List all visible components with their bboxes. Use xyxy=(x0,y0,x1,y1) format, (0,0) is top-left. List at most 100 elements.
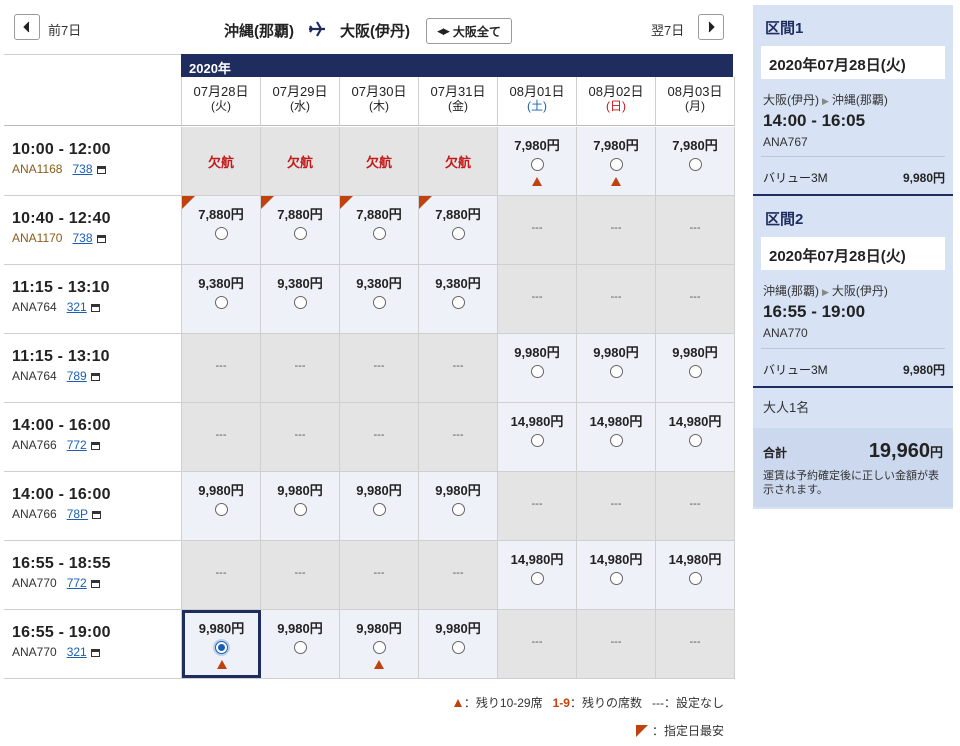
fare-cell[interactable]: 9,980円 xyxy=(340,472,419,540)
fare-radio-button[interactable] xyxy=(688,365,702,378)
fare-radio-button[interactable] xyxy=(215,641,228,654)
aircraft-type-link[interactable]: 738 xyxy=(72,231,92,245)
aircraft-type-link[interactable]: 772 xyxy=(67,438,87,452)
seat-map-icon[interactable] xyxy=(96,166,106,174)
fare-cell[interactable]: 9,380円 xyxy=(182,265,261,333)
aircraft-type-link[interactable]: 772 xyxy=(67,576,87,590)
fare-radio-button[interactable] xyxy=(609,158,623,171)
seat-map-icon[interactable] xyxy=(90,649,100,657)
fare-radio-button[interactable] xyxy=(293,641,307,654)
flight-time: 10:00 - 12:00 xyxy=(12,141,111,158)
fare-radio-button[interactable] xyxy=(609,365,623,378)
fare-radio-button[interactable] xyxy=(530,572,544,585)
aircraft-type-link[interactable]: 738 xyxy=(72,162,92,176)
seat-map-icon[interactable] xyxy=(90,304,100,312)
fare-radio-button[interactable] xyxy=(293,296,307,309)
fare-cell: --- xyxy=(498,265,577,333)
seat-map-icon[interactable] xyxy=(92,511,102,519)
fare-cell[interactable]: 7,980円 xyxy=(656,127,735,195)
fare-cell[interactable]: 14,980円 xyxy=(498,403,577,471)
arrow-right-icon: ▶ xyxy=(822,96,829,106)
fare-cell[interactable]: 9,980円 xyxy=(340,610,419,678)
fare-radio-button[interactable] xyxy=(530,158,544,171)
fare-radio-button[interactable] xyxy=(451,227,465,240)
seat-map-icon[interactable] xyxy=(90,373,100,381)
chevron-left-icon xyxy=(23,21,30,33)
fare-cell[interactable]: 9,980円 xyxy=(498,334,577,402)
fare-radio-button[interactable] xyxy=(372,227,386,240)
fare-radio-button[interactable] xyxy=(688,434,702,447)
fare-cell[interactable]: 14,980円 xyxy=(656,541,735,609)
not-available-label: --- xyxy=(215,567,227,579)
not-available-label: --- xyxy=(531,498,543,510)
next-week-label[interactable]: 翌7日 xyxy=(651,20,684,39)
fare-radio-button[interactable] xyxy=(451,296,465,309)
fare-cell: --- xyxy=(656,610,735,678)
weekday-label: (水) xyxy=(290,99,310,113)
fare-cell[interactable]: 9,980円 xyxy=(182,610,261,678)
fare-radio-button[interactable] xyxy=(293,503,307,516)
fare-cell[interactable]: 7,980円 xyxy=(577,127,656,195)
flight-row: 10:40 - 12:40 ANA1170 738 7,880円 7,880円 7,880… xyxy=(4,196,735,265)
segment-flight: ANA767 xyxy=(763,135,808,149)
aircraft-type-link[interactable]: 78P xyxy=(67,507,88,521)
fare-radio-button[interactable] xyxy=(372,503,386,516)
fare-cell: --- xyxy=(182,334,261,402)
fare-cell[interactable]: 9,380円 xyxy=(261,265,340,333)
seat-map-icon[interactable] xyxy=(90,580,100,588)
fare-radio-button[interactable] xyxy=(372,296,386,309)
prev-week-button[interactable] xyxy=(14,14,40,40)
fare-cell[interactable]: 7,880円 xyxy=(182,196,261,264)
fare-radio-button[interactable] xyxy=(214,227,228,240)
fare-radio-button[interactable] xyxy=(372,641,386,654)
fare-price: 9,980円 xyxy=(514,345,560,360)
fare-cell[interactable]: 14,980円 xyxy=(577,541,656,609)
total-label: 合計 xyxy=(763,446,788,460)
weekday-label: (金) xyxy=(448,99,468,113)
cheapest-flag-icon xyxy=(635,725,648,737)
fare-radio-button[interactable] xyxy=(451,641,465,654)
fare-cell[interactable]: 9,380円 xyxy=(340,265,419,333)
date-header: 07月29日 (水) xyxy=(261,77,340,126)
destination-label: 大阪(伊丹) xyxy=(340,23,410,40)
fare-cell[interactable]: 7,880円 xyxy=(340,196,419,264)
fare-cell[interactable]: 7,980円 xyxy=(498,127,577,195)
all-osaka-button[interactable]: ◀▶ 大阪全て xyxy=(426,18,512,44)
seat-map-icon[interactable] xyxy=(90,442,100,450)
fare-radio-button[interactable] xyxy=(451,503,465,516)
fare-cell[interactable]: 14,980円 xyxy=(498,541,577,609)
fare-cell[interactable]: 9,380円 xyxy=(419,265,498,333)
fare-cell[interactable]: 9,980円 xyxy=(577,334,656,402)
fare-cell[interactable]: 9,980円 xyxy=(261,610,340,678)
cancelled-label: 欠航 xyxy=(365,155,392,170)
prev-week-label[interactable]: 前7日 xyxy=(48,20,81,39)
fare-cell[interactable]: 9,980円 xyxy=(182,472,261,540)
aircraft-type-link[interactable]: 321 xyxy=(67,300,87,314)
fare-radio-button[interactable] xyxy=(530,365,544,378)
fare-cell[interactable]: 7,880円 xyxy=(419,196,498,264)
aircraft-type-link[interactable]: 321 xyxy=(67,645,87,659)
segment-date: 2020年07月28日(火) xyxy=(761,237,945,270)
fare-cell[interactable]: 9,980円 xyxy=(656,334,735,402)
fare-radio-button[interactable] xyxy=(688,158,702,171)
fare-radio-button[interactable] xyxy=(214,503,228,516)
not-available-label: --- xyxy=(610,498,622,510)
fare-radio-button[interactable] xyxy=(214,296,228,309)
seat-map-icon[interactable] xyxy=(96,235,106,243)
fare-price: 9,980円 xyxy=(277,621,323,636)
aircraft-type-link[interactable]: 789 xyxy=(67,369,87,383)
fare-radio-button[interactable] xyxy=(609,434,623,447)
fare-cell[interactable]: 9,980円 xyxy=(261,472,340,540)
fare-cell[interactable]: 7,880円 xyxy=(261,196,340,264)
date-header: 08月02日 (日) xyxy=(577,77,656,126)
fare-radio-button[interactable] xyxy=(688,572,702,585)
fare-cell[interactable]: 9,980円 xyxy=(419,472,498,540)
fare-radio-button[interactable] xyxy=(293,227,307,240)
fare-radio-button[interactable] xyxy=(609,572,623,585)
fare-cell[interactable]: 14,980円 xyxy=(577,403,656,471)
next-week-button[interactable] xyxy=(698,14,724,40)
segment-2: 区間2 2020年07月28日(火) 沖縄(那覇) ▶ 大阪(伊丹) 16:55 -… xyxy=(753,196,953,388)
fare-cell[interactable]: 9,980円 xyxy=(419,610,498,678)
fare-cell[interactable]: 14,980円 xyxy=(656,403,735,471)
fare-radio-button[interactable] xyxy=(530,434,544,447)
